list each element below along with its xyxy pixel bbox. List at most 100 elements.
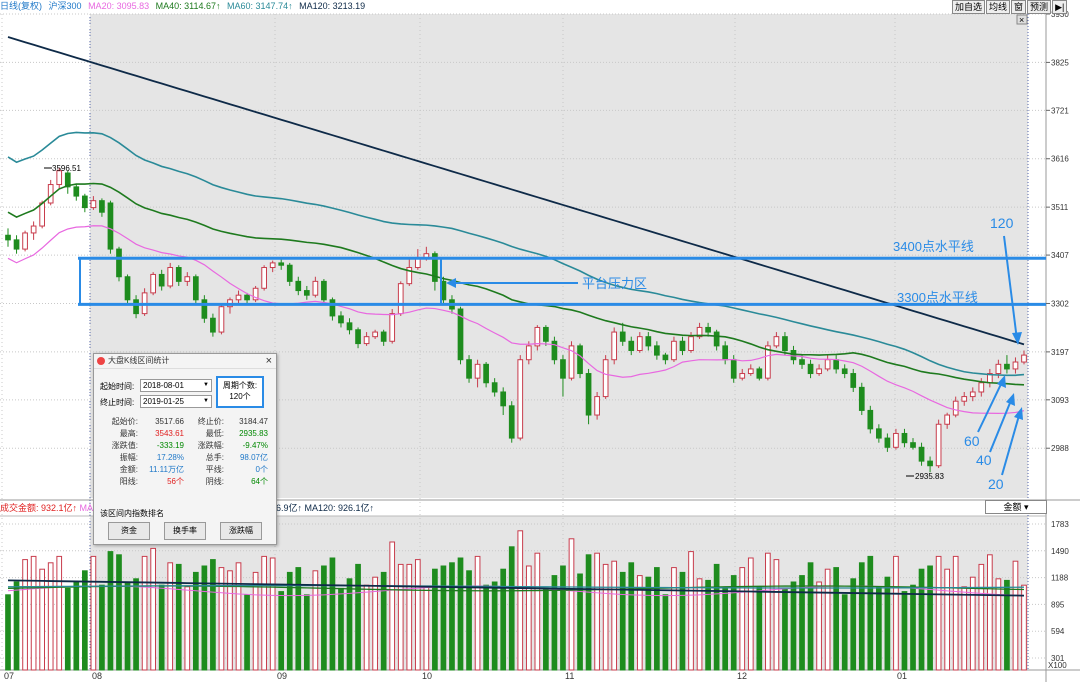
add-watchlist-button[interactable]: 加自选 <box>952 0 986 14</box>
candle-body <box>611 331 618 361</box>
candle-body <box>372 331 378 338</box>
x-tick-label: 08 <box>92 671 102 681</box>
stats-row: 金额: 11.11万亿 平线: 0个 <box>96 464 272 476</box>
candle-body <box>269 262 276 269</box>
index-name: 沪深300 <box>48 1 82 11</box>
close-icon[interactable]: × <box>266 354 272 368</box>
volume-bar <box>150 547 156 671</box>
candle-body <box>329 299 336 317</box>
volume-bar <box>833 567 840 671</box>
candle-body <box>380 331 387 342</box>
candle-body <box>910 442 916 448</box>
volume-bar <box>560 565 566 671</box>
candle-body <box>389 313 396 342</box>
amount-select[interactable]: 金额 ▾ <box>985 500 1047 514</box>
rank-by-turnover-button[interactable]: 换手率 <box>164 522 206 540</box>
volume-bar <box>64 587 71 671</box>
candle-body <box>782 336 788 351</box>
candle-body <box>816 368 822 375</box>
ma-button[interactable]: 均线 <box>986 0 1011 14</box>
price-tick-label: 3721 <box>1051 106 1069 115</box>
volume-bar <box>244 594 250 671</box>
volume-bar <box>414 559 421 671</box>
candle-body <box>884 437 891 448</box>
stat-value: 3517.66 <box>155 417 184 426</box>
volume-bar <box>867 555 874 671</box>
volume-bar <box>901 591 908 671</box>
low-label: 2935.83 <box>915 472 944 481</box>
candle-body <box>218 306 225 333</box>
volume-bar <box>1012 560 1019 671</box>
collapse-button[interactable]: ▶| <box>1052 0 1068 14</box>
stat-value: 11.11万亿 <box>149 465 184 474</box>
candle-body <box>833 359 840 370</box>
stat-label: 平线: <box>205 465 224 474</box>
volume-bar <box>799 575 805 671</box>
label-ma20: 20 <box>988 476 1004 492</box>
volume-bar <box>261 555 267 671</box>
candle-body <box>192 276 199 301</box>
volume-bar <box>303 594 310 671</box>
volume-bar <box>278 591 285 671</box>
stat-label: 阴线: <box>205 477 224 486</box>
volume-bar <box>841 594 848 671</box>
candle-body <box>560 359 566 379</box>
volume-bar <box>90 555 97 671</box>
price-tick-label: 3197 <box>1051 348 1069 357</box>
label-ma60: 60 <box>964 433 980 449</box>
stats-grid: 起始价: 3517.66 终止价: 3184.47 最高: 3543.61 最低: 2935.… <box>96 416 272 488</box>
volume-bar <box>816 581 822 671</box>
candle-body <box>491 382 498 393</box>
volume-header: 成交金额: 932.1亿↑ MA10: 6.9亿↑ MA120: 926.1亿↑ <box>0 502 374 515</box>
candle-body <box>799 359 805 365</box>
price-tick-label: 3407 <box>1051 251 1069 260</box>
volume-tick-label: 1490 <box>1051 547 1069 556</box>
volume-bar <box>1021 584 1027 671</box>
start-label: 起始时间: <box>100 382 135 391</box>
candle-body <box>713 331 720 347</box>
panel-close-icon: × <box>1019 15 1024 25</box>
candle-body <box>867 409 874 430</box>
volume-bar <box>594 552 600 671</box>
rank-by-change-button[interactable]: 涨跌幅 <box>220 522 262 540</box>
end-date-select[interactable]: 2019-01-25 <box>140 395 212 408</box>
candle-body <box>585 373 592 416</box>
start-date-select[interactable]: 2018-08-01 <box>140 379 212 392</box>
stat-value: 3184.47 <box>239 417 268 426</box>
volume-bar <box>713 563 720 671</box>
volume-bar <box>457 557 464 671</box>
window-button[interactable]: 窗 <box>1011 0 1027 14</box>
stat-value: -333.19 <box>156 441 184 450</box>
volume-bar <box>978 563 985 671</box>
candle-body <box>807 363 814 375</box>
stats-row: 最高: 3543.61 最低: 2935.83 <box>96 428 272 440</box>
volume-bar <box>192 571 199 671</box>
candle-body <box>30 225 37 234</box>
volume-bar <box>423 586 430 671</box>
candle-body <box>278 262 285 266</box>
kline-chart[interactable]: 3930382537213616351134073302319730932988… <box>0 0 1080 682</box>
candle-body <box>824 359 831 370</box>
candle-body <box>543 326 549 342</box>
label-3300-line: 3300点水平线 <box>897 290 978 305</box>
stat-value: -9.47% <box>242 441 268 450</box>
rank-by-amount-button[interactable]: 资金 <box>108 522 150 540</box>
forecast-button[interactable]: 预测 <box>1027 0 1052 14</box>
volume-bar <box>39 568 45 671</box>
volume-bar <box>30 555 37 671</box>
volume-ma120-readout: 6.9亿↑ MA120: 926.1亿↑ <box>276 503 375 513</box>
x-tick-label: 09 <box>277 671 287 681</box>
candle-body <box>1012 361 1019 370</box>
volume-tick-label: 1783 <box>1051 520 1069 529</box>
volume-bar <box>952 555 959 671</box>
stat-label: 阳线: <box>119 477 138 486</box>
candle-body <box>5 234 11 241</box>
candle-body <box>927 460 933 467</box>
volume-bar <box>5 594 11 671</box>
stat-label: 终止价: <box>197 417 224 426</box>
price-tick-label: 2988 <box>1051 444 1069 453</box>
candle-body <box>474 363 481 379</box>
volume-bar <box>688 551 694 671</box>
volume-bar <box>397 563 404 671</box>
volume-bar <box>321 565 327 671</box>
